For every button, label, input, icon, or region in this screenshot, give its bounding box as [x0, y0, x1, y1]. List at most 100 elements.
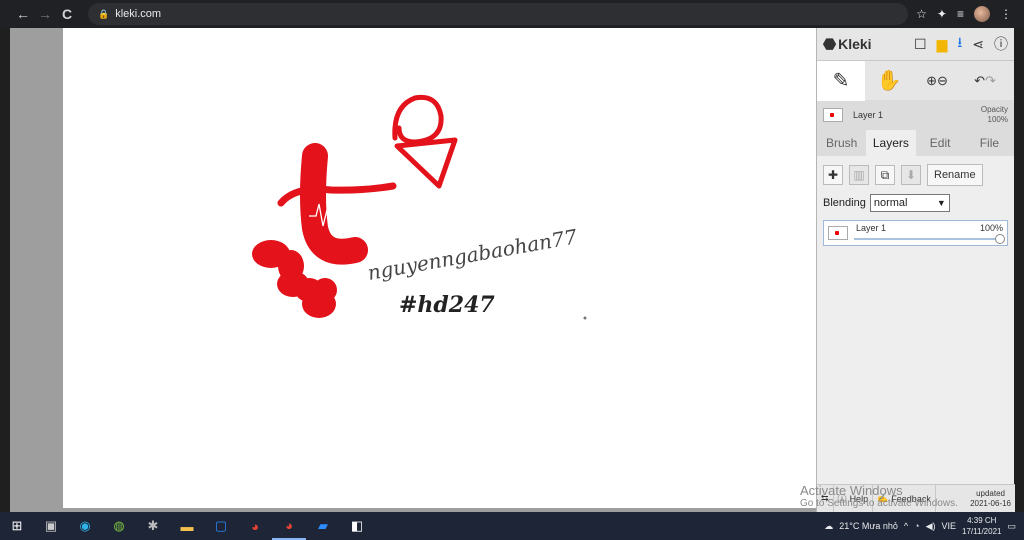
browser-menu-icon[interactable]: ⋮ [1000, 7, 1012, 21]
start-button[interactable]: ⊞ [0, 512, 34, 540]
tab-edit[interactable]: Edit [916, 130, 965, 156]
canvas-handwriting-line2: #hd247 [399, 292, 495, 318]
reload-button[interactable]: C [56, 6, 78, 22]
zoom-buttons[interactable]: ⊕ ⊖ [913, 61, 961, 101]
watermark-title: Activate Windows [800, 483, 903, 498]
kleki-logo-icon: ⬣ [823, 36, 837, 53]
zoom-in-icon[interactable]: ⊕ [926, 73, 937, 89]
notification-icon[interactable]: ▭ [1007, 521, 1016, 532]
new-image-icon[interactable]: ☐ [914, 36, 927, 53]
drawing-dot [583, 316, 587, 320]
drawing-t-crossbar [277, 182, 397, 207]
rename-layer-button[interactable]: Rename [927, 164, 983, 186]
tab-layers[interactable]: Layers [866, 130, 916, 156]
canvas-drawing: nguyenngabaohan77 #hd247 [252, 94, 587, 320]
back-button[interactable]: ← [12, 6, 34, 22]
reading-list-icon[interactable]: ≡ [957, 7, 964, 21]
chrome-icon[interactable]: ◕ [238, 512, 272, 540]
lang-indicator[interactable]: VIE [942, 521, 957, 531]
zoom-app-icon[interactable]: ▰ [306, 512, 340, 540]
layer-list-item[interactable]: Layer 1 100% [823, 220, 1008, 246]
updated-date: 2021-06-16 [970, 498, 1011, 508]
address-bar[interactable]: 🔒 kleki.com [88, 3, 908, 25]
tool-row: ✎ ✋ ⊕ ⊖ ↶ ↷ [817, 60, 1014, 101]
browser-toolbar: ← → C 🔒 kleki.com ☆ ✦ ≡ ⋮ [0, 0, 1024, 28]
volume-icon[interactable]: ◀) [926, 521, 936, 532]
zoom-out-icon[interactable]: ⊖ [937, 73, 948, 89]
add-layer-button[interactable]: ✚ [823, 165, 843, 185]
opacity-readout: Opacity 100% [981, 105, 1008, 125]
clock-time: 4:39 CH [967, 516, 997, 525]
brand-name: Kleki [838, 36, 872, 52]
updated-label: updated [976, 488, 1005, 498]
plus-icon: ✚ [827, 168, 839, 182]
duplicate-icon: ⧉ [880, 167, 890, 182]
download-icon[interactable]: ⭳ [957, 32, 962, 56]
merge-layer-button[interactable]: ⬇ [901, 165, 921, 185]
clock-date: 17/11/2021 [962, 527, 1002, 536]
clock[interactable]: 4:39 CH 17/11/2021 [962, 515, 1001, 537]
file-explorer-icon[interactable]: ▬ [170, 512, 204, 540]
watermark-subtitle: Go to Settings to activate Windows. [800, 498, 958, 509]
lock-icon: 🔒 [98, 8, 110, 19]
redo-icon[interactable]: ↷ [985, 73, 996, 89]
panel-header: ⬣ Kleki ☐ ▆ ⭳ ⋖ ⓘ [817, 28, 1014, 60]
coccoc-icon[interactable]: ◍ [102, 512, 136, 540]
drawing-loop [392, 94, 444, 145]
open-folder-icon[interactable]: ▆ [937, 36, 948, 53]
edge-icon[interactable]: ◉ [68, 512, 102, 540]
undo-redo-buttons[interactable]: ↶ ↷ [961, 61, 1009, 101]
drawing-t-stroke [300, 143, 368, 265]
current-layer-preview: Layer 1 Opacity 100% [817, 100, 1014, 130]
extensions-icon[interactable]: ✦ [937, 7, 947, 21]
help-icon[interactable]: ⓘ [994, 34, 1008, 54]
kleki-logo: ⬣ Kleki [823, 35, 872, 53]
tray-chevron-icon[interactable]: ^ [904, 521, 908, 531]
drawing-canvas[interactable]: nguyenngabaohan77 #hd247 [63, 28, 816, 508]
layer-item-name: Layer 1 [856, 223, 887, 233]
kleki-app: nguyenngabaohan77 #hd247 ⬣ Kleki ☐ ▆ ⭳ ⋖… [10, 28, 1015, 528]
slider-knob[interactable] [995, 234, 1005, 244]
cloud-icon: ☁ [824, 520, 834, 531]
tab-file[interactable]: File [965, 130, 1014, 156]
task-view-icon[interactable]: ▣ [34, 512, 68, 540]
layer-item-thumbnail [828, 226, 848, 240]
bookmark-star-icon[interactable]: ☆ [916, 7, 927, 21]
chevron-down-icon: ▼ [936, 198, 946, 208]
canvas-handwriting-line1: nguyenngabaohan77 [366, 224, 579, 285]
brush-icon: ✎ [832, 70, 850, 92]
app-icon[interactable]: ✱ [136, 512, 170, 540]
layer-thumbnail [823, 108, 843, 122]
opacity-label: Opacity [980, 105, 1008, 114]
activate-windows-watermark: Activate Windows Go to Settings to activ… [800, 483, 958, 509]
brush-tool-button[interactable]: ✎ [817, 60, 865, 101]
layer-item-opacity: 100% [979, 223, 1003, 233]
kleki-side-panel: ⬣ Kleki ☐ ▆ ⭳ ⋖ ⓘ ✎ ✋ ⊕ ⊖ ↶ ↷ Layer 1 Op… [816, 28, 1015, 528]
kleki-app-icon[interactable]: ◧ [340, 512, 374, 540]
drawing-triangle [394, 137, 458, 189]
hand-tool-button[interactable]: ✋ [865, 61, 913, 101]
current-layer-name: Layer 1 [853, 110, 884, 120]
share-icon[interactable]: ⋖ [972, 36, 984, 53]
drawing-blob-6 [313, 278, 337, 302]
blending-select[interactable]: normal ▼ [869, 194, 950, 212]
version-info: updated 2021-06-16 [970, 489, 1015, 509]
hand-icon: ✋ [876, 70, 902, 92]
network-icon[interactable]: ◔ [914, 521, 919, 531]
tab-brush[interactable]: Brush [817, 130, 866, 156]
layer-opacity-slider[interactable] [854, 234, 1005, 244]
chrome-active-icon[interactable]: ◕ [272, 512, 306, 540]
windows-taskbar: ⊞ ▣ ◉ ◍ ✱ ▬ ▢ ◕ ◕ ▰ ◧ ☁ 21°C Mưa nhỏ ^ ◔… [0, 512, 1024, 540]
forward-button[interactable]: → [34, 6, 56, 22]
duplicate-layer-button[interactable]: ⧉ [875, 165, 895, 185]
profile-avatar[interactable] [974, 6, 990, 22]
undo-icon[interactable]: ↶ [974, 73, 985, 89]
merge-down-icon: ⬇ [905, 168, 917, 182]
zalo-icon[interactable]: ▢ [204, 512, 238, 540]
url-text: kleki.com [115, 8, 162, 20]
opacity-value: 100% [987, 115, 1008, 124]
weather-text[interactable]: 21°C Mưa nhỏ [839, 521, 898, 531]
panel-tabs: Brush Layers Edit File [817, 130, 1014, 156]
blending-value: normal [873, 197, 908, 209]
delete-layer-button[interactable]: ▥ [849, 165, 869, 185]
